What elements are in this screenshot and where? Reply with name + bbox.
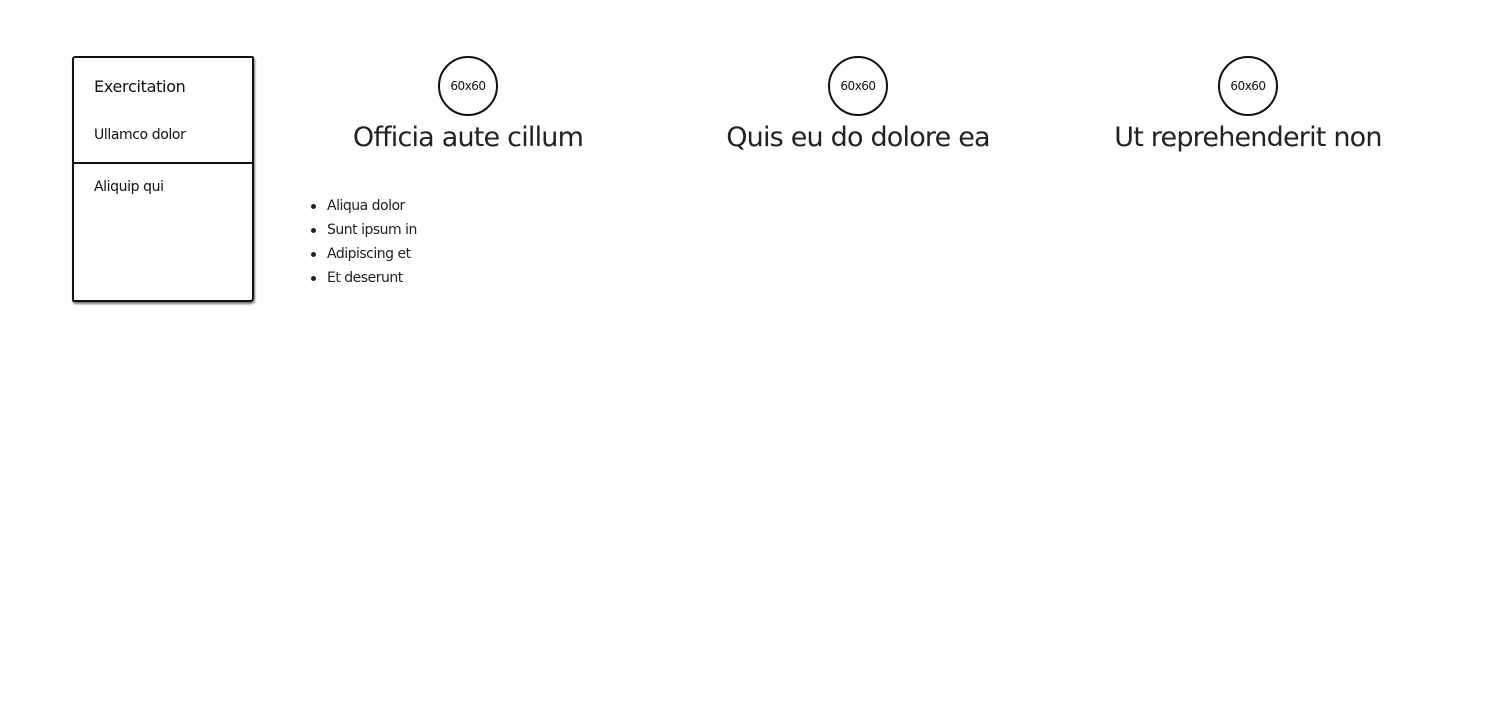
sidebar-header: Exercitation Ullamco dolor xyxy=(74,58,252,164)
list-item: Sunt ipsum in xyxy=(308,218,417,242)
bullet-list: Aliqua dolor Sunt ipsum in Adipiscing et… xyxy=(308,194,417,290)
feature-card-3: 60x60 Ut reprehenderit non xyxy=(1078,56,1418,158)
feature-card-2: 60x60 Quis eu do dolore ea xyxy=(688,56,1028,158)
card-title: Officia aute cillum xyxy=(352,122,584,153)
card-title: Ut reprehenderit non xyxy=(1114,122,1382,153)
avatar-placeholder: 60x60 xyxy=(438,56,498,116)
list-item: Et deserunt xyxy=(308,266,417,290)
list-item: Adipiscing et xyxy=(308,242,417,266)
avatar-placeholder: 60x60 xyxy=(828,56,888,116)
avatar-placeholder: 60x60 xyxy=(1218,56,1278,116)
sidebar-title: Exercitation xyxy=(94,77,186,96)
list-item: Aliqua dolor xyxy=(308,194,417,218)
card-title: Quis eu do dolore ea xyxy=(726,122,990,153)
feature-card-1: 60x60 Officia aute cillum xyxy=(298,56,638,158)
sidebar-subtitle: Ullamco dolor xyxy=(94,127,186,143)
sidebar-panel: Exercitation Ullamco dolor Aliquip qui xyxy=(72,56,254,302)
sidebar-item[interactable]: Aliquip qui xyxy=(74,164,252,196)
